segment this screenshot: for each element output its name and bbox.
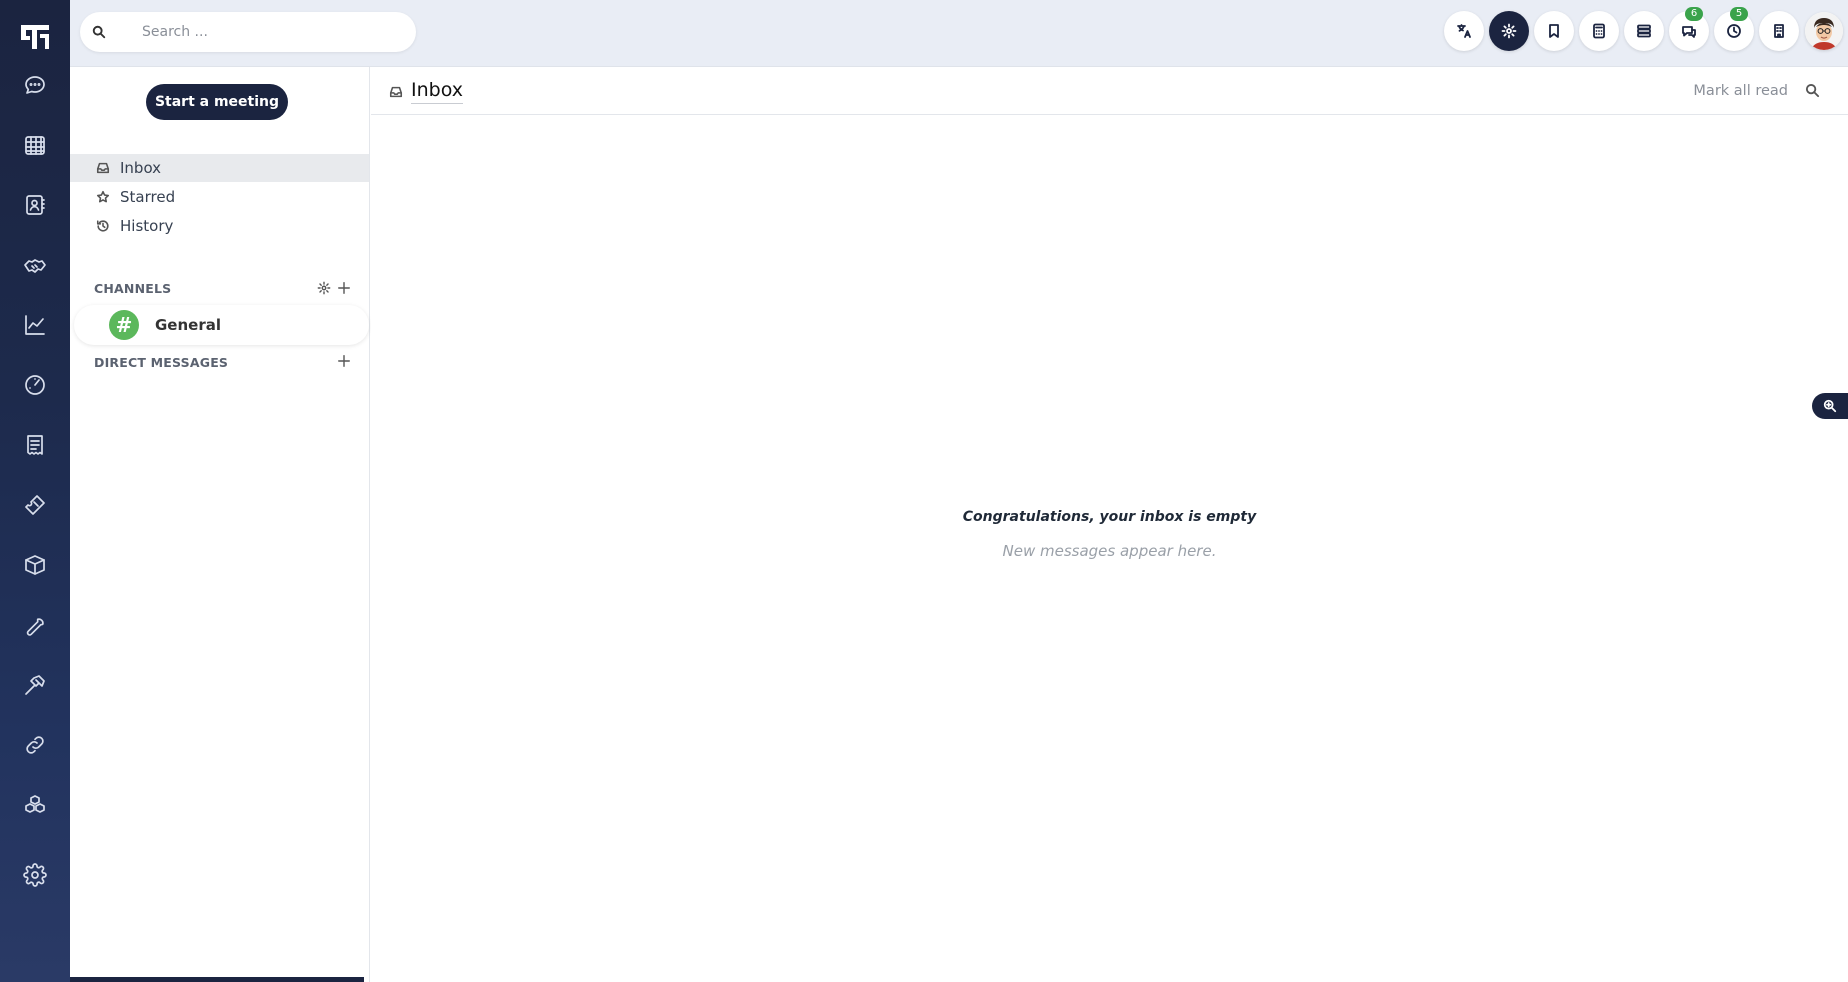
thread-header: Inbox Mark all read [371, 67, 1848, 115]
sidebar-item-label: Inbox [120, 159, 162, 177]
zoom-tab[interactable] [1812, 393, 1848, 419]
chat-badge: 6 [1685, 7, 1703, 21]
invoice-icon[interactable] [20, 430, 50, 460]
inventory-box-icon[interactable] [20, 550, 50, 580]
panel-scroll-indicator [70, 977, 364, 982]
server-button[interactable] [1624, 11, 1664, 51]
inbox-icon [389, 86, 403, 98]
discuss-sidebar: Start a meeting Inbox Starred History CH… [70, 67, 370, 982]
link-icon[interactable] [20, 730, 50, 760]
main-content: Inbox Mark all read Congratulations, you… [371, 67, 1848, 982]
start-meeting-button[interactable]: Start a meeting [146, 84, 288, 120]
plus-icon [338, 282, 350, 294]
calculator-icon [1593, 23, 1605, 39]
thread-search-button[interactable] [1805, 83, 1821, 99]
bookmark-button[interactable] [1534, 11, 1574, 51]
search-icon [92, 25, 106, 39]
empty-inbox-title: Congratulations, your inbox is empty [962, 509, 1257, 525]
crm-handshake-icon[interactable] [20, 250, 50, 280]
zoom-in-icon [1823, 399, 1837, 413]
add-channel-button[interactable] [336, 280, 352, 296]
channel-item-general[interactable]: # General [74, 305, 369, 345]
search-input[interactable] [142, 21, 402, 43]
contacts-icon[interactable] [20, 190, 50, 220]
app-logo[interactable] [18, 20, 52, 54]
server-icon [1637, 24, 1651, 38]
empty-inbox-subtitle: New messages appear here. [1002, 542, 1217, 560]
search-icon [1805, 83, 1820, 98]
channel-name: General [155, 316, 221, 334]
sidebar-item-inbox[interactable]: Inbox [70, 154, 369, 182]
apps-cubes-icon[interactable] [20, 790, 50, 820]
sidebar-item-label: Starred [120, 188, 176, 206]
direct-messages-heading: DIRECT MESSAGES [94, 355, 229, 370]
settings-button[interactable] [1489, 11, 1529, 51]
history-icon [96, 220, 109, 232]
app-rail [0, 0, 70, 982]
add-direct-message-button[interactable] [336, 353, 352, 369]
avatar-image [1805, 12, 1843, 50]
bookmark-icon [1549, 24, 1559, 38]
mark-all-read-button[interactable]: Mark all read [1693, 83, 1788, 99]
gear-icon [317, 281, 331, 295]
top-bar: 6 5 [70, 0, 1848, 67]
channels-heading: CHANNELS [94, 281, 172, 296]
translate-icon [1457, 24, 1471, 38]
channel-settings-button[interactable] [316, 280, 332, 296]
wrench-icon[interactable] [20, 610, 50, 640]
company-button[interactable] [1759, 11, 1799, 51]
user-avatar[interactable] [1805, 12, 1843, 50]
ticket-icon[interactable] [20, 490, 50, 520]
inbox-icon [96, 162, 110, 174]
sales-chart-icon[interactable] [20, 310, 50, 340]
sidebar-item-starred[interactable]: Starred [70, 183, 369, 211]
chat-icon [1682, 26, 1696, 38]
activity-icon [1727, 24, 1741, 38]
star-icon [96, 190, 110, 203]
discuss-icon[interactable] [20, 70, 50, 100]
activity-badge: 5 [1730, 7, 1748, 21]
building-icon [1774, 24, 1784, 38]
hammer-icon[interactable] [20, 670, 50, 700]
settings-gear-icon[interactable] [20, 860, 50, 890]
dashboard-gauge-icon[interactable] [20, 370, 50, 400]
sidebar-item-history[interactable]: History [70, 212, 369, 240]
calculator-button[interactable] [1579, 11, 1619, 51]
channel-hash-icon: # [109, 310, 139, 340]
plus-icon [338, 355, 350, 367]
search-box[interactable] [80, 12, 416, 52]
page-title: Inbox [411, 79, 463, 104]
calendar-icon[interactable] [20, 130, 50, 160]
translate-button[interactable] [1444, 11, 1484, 51]
settings-icon [1501, 23, 1517, 39]
sidebar-item-label: History [120, 217, 174, 235]
